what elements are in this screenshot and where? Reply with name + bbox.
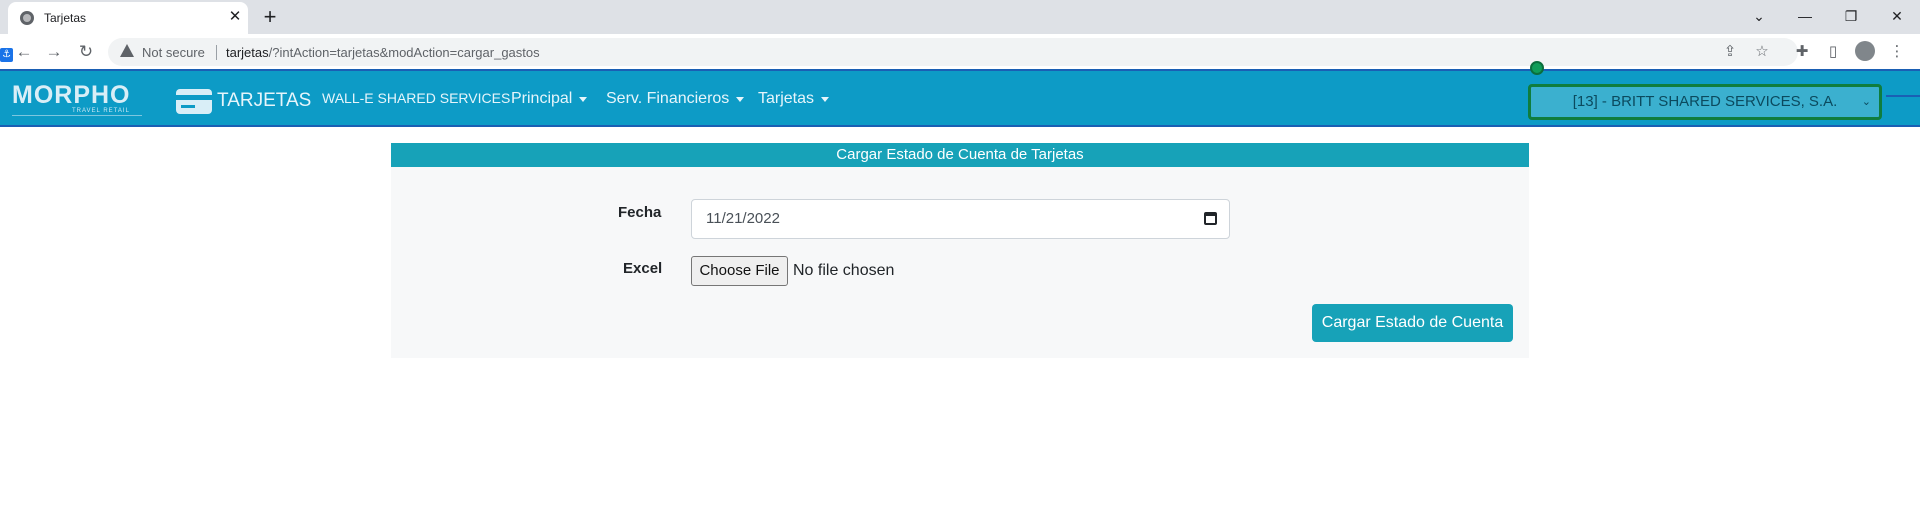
menu-principal[interactable]: Principal — [511, 90, 588, 108]
globe-icon — [20, 11, 34, 25]
minimize-button[interactable]: — — [1782, 2, 1828, 30]
highlight-line — [1886, 95, 1920, 97]
logo-subtext: TRAVEL RETAIL — [72, 108, 130, 114]
new-tab-button[interactable]: + — [258, 4, 282, 30]
choose-file-button[interactable]: Choose File — [691, 256, 788, 286]
bookmark-star-icon[interactable]: ☆ — [1752, 42, 1772, 62]
logo-text: MORPHO — [12, 81, 131, 109]
chevron-down-icon: ⌄ — [1861, 96, 1871, 108]
close-window-button[interactable]: ✕ — [1874, 2, 1920, 30]
security-label[interactable]: Not secure — [142, 45, 205, 60]
forward-icon[interactable]: → — [42, 40, 66, 64]
morpho-logo[interactable]: MORPHO TRAVEL RETAIL — [12, 81, 142, 117]
share-icon[interactable]: ⇪ — [1720, 42, 1740, 62]
url-path: /?intAction=tarjetas&modAction=cargar_ga… — [268, 45, 540, 60]
submit-statement-button[interactable]: Cargar Estado de Cuenta — [1312, 304, 1513, 342]
browser-menu-icon[interactable]: ⋮ — [1887, 42, 1907, 62]
date-label: Fecha — [618, 204, 662, 221]
reload-icon[interactable]: ↻ — [74, 40, 98, 64]
caret-down-icon — [579, 96, 588, 102]
caret-down-icon — [736, 96, 745, 102]
upload-statement-card: Cargar Estado de Cuenta de Tarjetas Fech… — [391, 143, 1529, 358]
menu-serv-financieros-label: Serv. Financieros — [606, 90, 730, 107]
calendar-icon[interactable] — [1204, 212, 1217, 225]
date-value: 11/21/2022 — [706, 210, 780, 227]
address-divider — [216, 45, 217, 60]
logo-underline — [12, 115, 142, 116]
company-name: WALL-E SHARED SERVICES — [322, 90, 511, 106]
excel-label: Excel — [623, 260, 663, 277]
credit-card-icon — [176, 89, 212, 114]
company-select-value: [13] - BRITT SHARED SERVICES, S.A. — [1572, 93, 1838, 110]
date-field[interactable]: 11/21/2022 — [691, 199, 1230, 239]
brand-title[interactable]: TARJETAS — [217, 90, 311, 112]
company-select[interactable]: [13] - BRITT SHARED SERVICES, S.A. ⌄ — [1528, 84, 1882, 120]
caret-down-icon — [821, 96, 830, 102]
side-panel-icon[interactable]: ▯ — [1823, 42, 1843, 62]
tab-close-icon[interactable]: ✕ — [226, 8, 244, 26]
back-icon[interactable]: ← — [12, 40, 36, 64]
target-marker-icon — [1530, 61, 1544, 75]
address-bar[interactable]: Not secure tarjetas/?intAction=tarjetas&… — [108, 38, 1798, 66]
tab-title: Tarjetas — [44, 11, 87, 25]
url-host: tarjetas — [226, 45, 269, 60]
warning-icon[interactable] — [120, 44, 134, 57]
profile-avatar-icon[interactable] — [1855, 41, 1875, 61]
tab-search-icon[interactable]: ⌄ — [1736, 2, 1782, 30]
anchor-icon: ⚓ — [0, 48, 13, 62]
app-navbar: MORPHO TRAVEL RETAIL TARJETAS WALL-E SHA… — [0, 69, 1920, 127]
browser-tab[interactable]: Tarjetas ✕ — [8, 2, 248, 34]
url-text[interactable]: tarjetas/?intAction=tarjetas&modAction=c… — [226, 45, 540, 60]
browser-tabstrip: Tarjetas ✕ + ⌄ — ❐ ✕ — [0, 0, 1920, 34]
card-title: Cargar Estado de Cuenta de Tarjetas — [391, 143, 1529, 167]
file-status: No file chosen — [793, 262, 895, 279]
menu-principal-label: Principal — [511, 90, 573, 107]
menu-serv-financieros[interactable]: Serv. Financieros — [606, 90, 745, 108]
extensions-icon[interactable]: ✚ — [1792, 42, 1812, 62]
browser-toolbar: ← → ↻ Not secure tarjetas/?intAction=tar… — [0, 34, 1920, 70]
menu-tarjetas-label: Tarjetas — [758, 90, 815, 107]
restore-button[interactable]: ❐ — [1828, 2, 1874, 30]
menu-tarjetas[interactable]: Tarjetas — [758, 90, 830, 108]
